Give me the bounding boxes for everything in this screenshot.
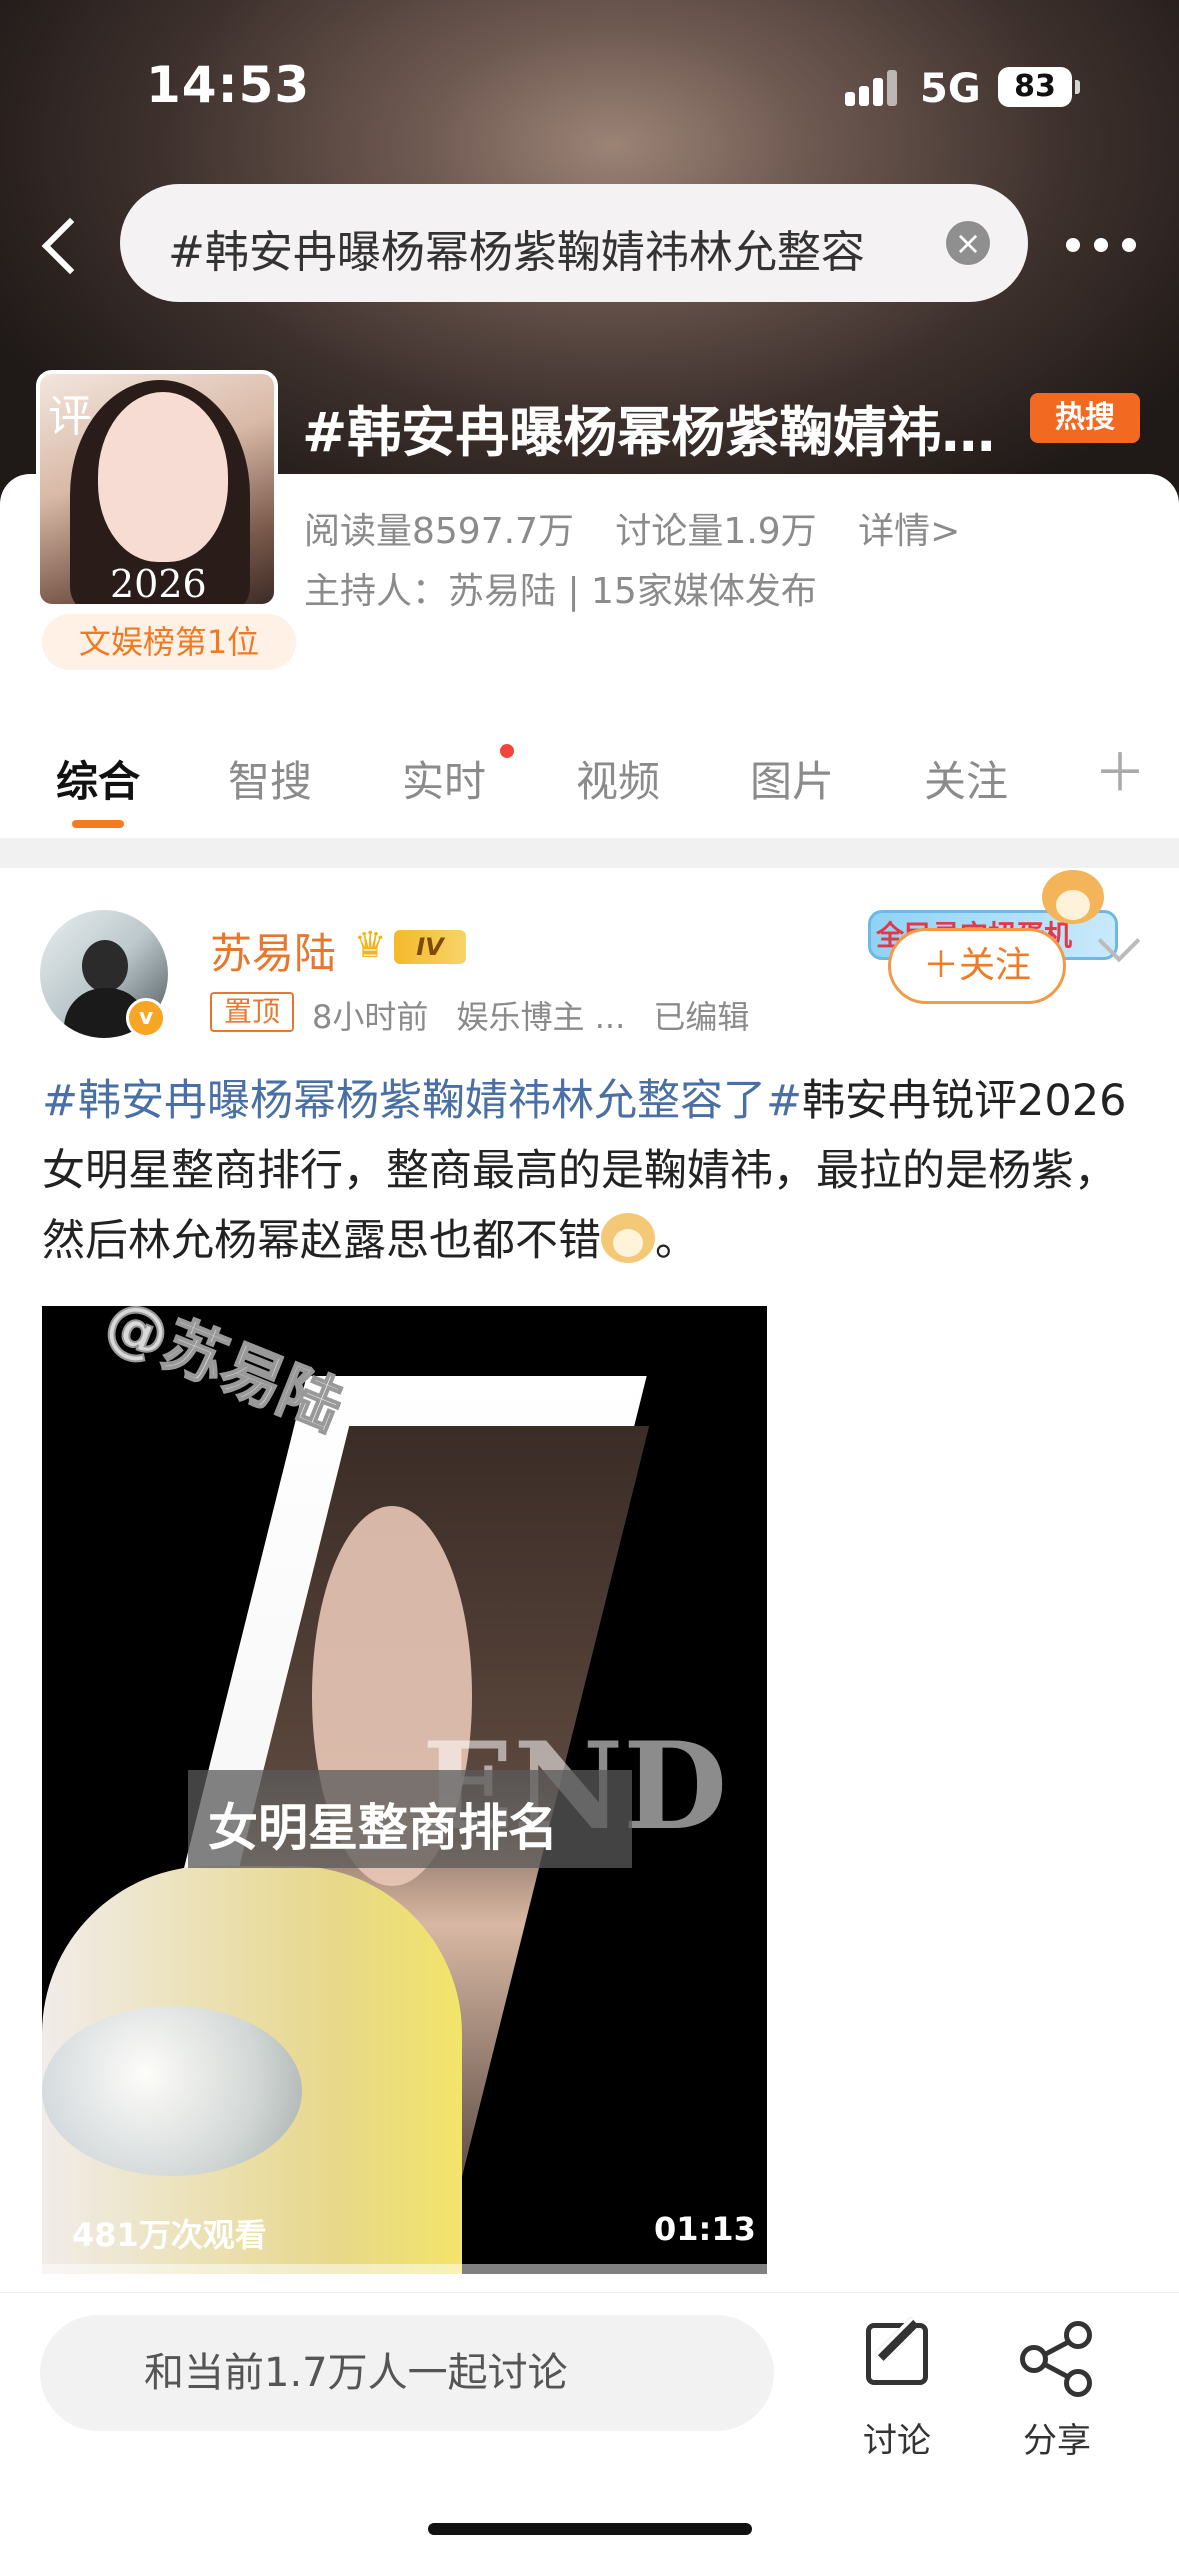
rank-badge[interactable]: 文娱榜第1位 [42,614,296,670]
share-button[interactable]: 分享 [1002,2313,1112,2461]
discussion-input[interactable]: 和当前1.7万人一起讨论 [40,2315,774,2431]
search-input[interactable]: #韩安冉曝杨幂杨紫鞠婧祎林允整容了# × [120,184,1028,302]
hashtag-link[interactable]: #韩安冉曝杨幂杨紫鞠婧祎林允整容了# [42,1076,802,1126]
video-watermark: @苏易陆 [94,1306,353,1445]
tab-bar: 综合 智搜 实时 视频 图片 关注 ＋ [0,730,1179,840]
tab-realtime[interactable]: 实时 [402,748,486,809]
realtime-dot [500,744,514,758]
details-link[interactable]: 详情> [858,511,960,552]
status-time: 14:53 [146,56,311,114]
home-indicator [428,2523,752,2535]
doge-icon [1042,870,1104,924]
view-count: 481万次观看 [72,2216,267,2254]
edited-label: 已编辑 [653,998,750,1036]
battery-icon: 83 [998,67,1072,107]
cover-char: 评 [48,391,92,442]
verified-icon: v [126,998,166,1038]
tab-following[interactable]: 关注 [924,748,1008,809]
video-duration: 01:13 [654,2210,756,2248]
video-progress-bar[interactable] [42,2264,767,2274]
post-meta: 8小时前 娱乐博主 ... 已编辑 [312,992,767,1038]
pinned-tag: 置顶 [210,992,294,1032]
add-tab-icon[interactable]: ＋ [1094,748,1146,800]
search-text: #韩安冉曝杨幂杨紫鞠婧祎林允整容了# [168,227,868,278]
vip-badge[interactable]: ♛ IV [354,924,472,968]
battery-tip [1075,80,1080,94]
status-bar: 14:53 5G 83 [0,0,1179,170]
share-icon [1020,2321,1096,2397]
cover-year: 2026 [110,562,207,606]
network-type: 5G [920,66,981,112]
follow-button[interactable]: ＋关注 [888,928,1066,1004]
post-content: #韩安冉曝杨幂杨紫鞠婧祎林允整容了#韩安冉锐评2026女明星整商排行，整商最高的… [42,1066,1152,1276]
topic-stats: 阅读量8597.7万 讨论量1.9万 详情> [304,502,990,554]
video-caption: 女明星整商排名 [208,1798,558,1857]
author-name[interactable]: 苏易陆 [210,920,336,981]
edit-icon [866,2323,928,2385]
crown-icon: ♛ [354,925,387,966]
bottom-bar: 和当前1.7万人一起讨论 讨论 分享 [0,2292,1179,2556]
signal-icon [845,70,905,106]
post-tail: 。 [655,1216,698,1266]
post-time: 8小时前 [312,998,429,1036]
discuss-label: 讨论 [863,2421,931,2461]
author-category: 娱乐博主 ... [456,998,626,1036]
hot-search-badge[interactable]: 热搜 [1030,393,1140,443]
more-icon[interactable] [1066,222,1138,266]
video-cup [42,2006,302,2176]
back-button[interactable] [30,210,90,280]
read-count: 阅读量8597.7万 [304,511,574,552]
discuss-button[interactable]: 讨论 [842,2313,952,2461]
host-info[interactable]: 主持人：苏易陆 | 15家媒体发布 [304,562,817,614]
video-player[interactable]: @苏易陆 END 女明星整商排名 481万次观看 01:13 [42,1306,767,2274]
tab-smart-search[interactable]: 智搜 [228,748,312,809]
level-tag: IV [394,930,466,964]
video-caption-box: 女明星整商排名 [188,1770,632,1868]
share-label: 分享 [1023,2421,1091,2461]
active-tab-indicator [72,820,124,828]
tab-images[interactable]: 图片 [750,748,834,809]
tab-comprehensive[interactable]: 综合 [56,748,140,809]
topic-cover-image[interactable]: 评 2026 [36,370,278,608]
section-divider [0,838,1179,868]
discussion-count: 讨论量1.9万 [615,511,817,552]
clear-icon[interactable]: × [946,221,990,265]
doge-emoji-icon [601,1213,655,1263]
hot-badge-label: 热搜 [1055,400,1115,435]
cover-face [98,392,228,562]
tab-video[interactable]: 视频 [576,748,660,809]
topic-title: #韩安冉曝杨幂杨紫鞠婧祎林允整容了# [302,401,1002,464]
